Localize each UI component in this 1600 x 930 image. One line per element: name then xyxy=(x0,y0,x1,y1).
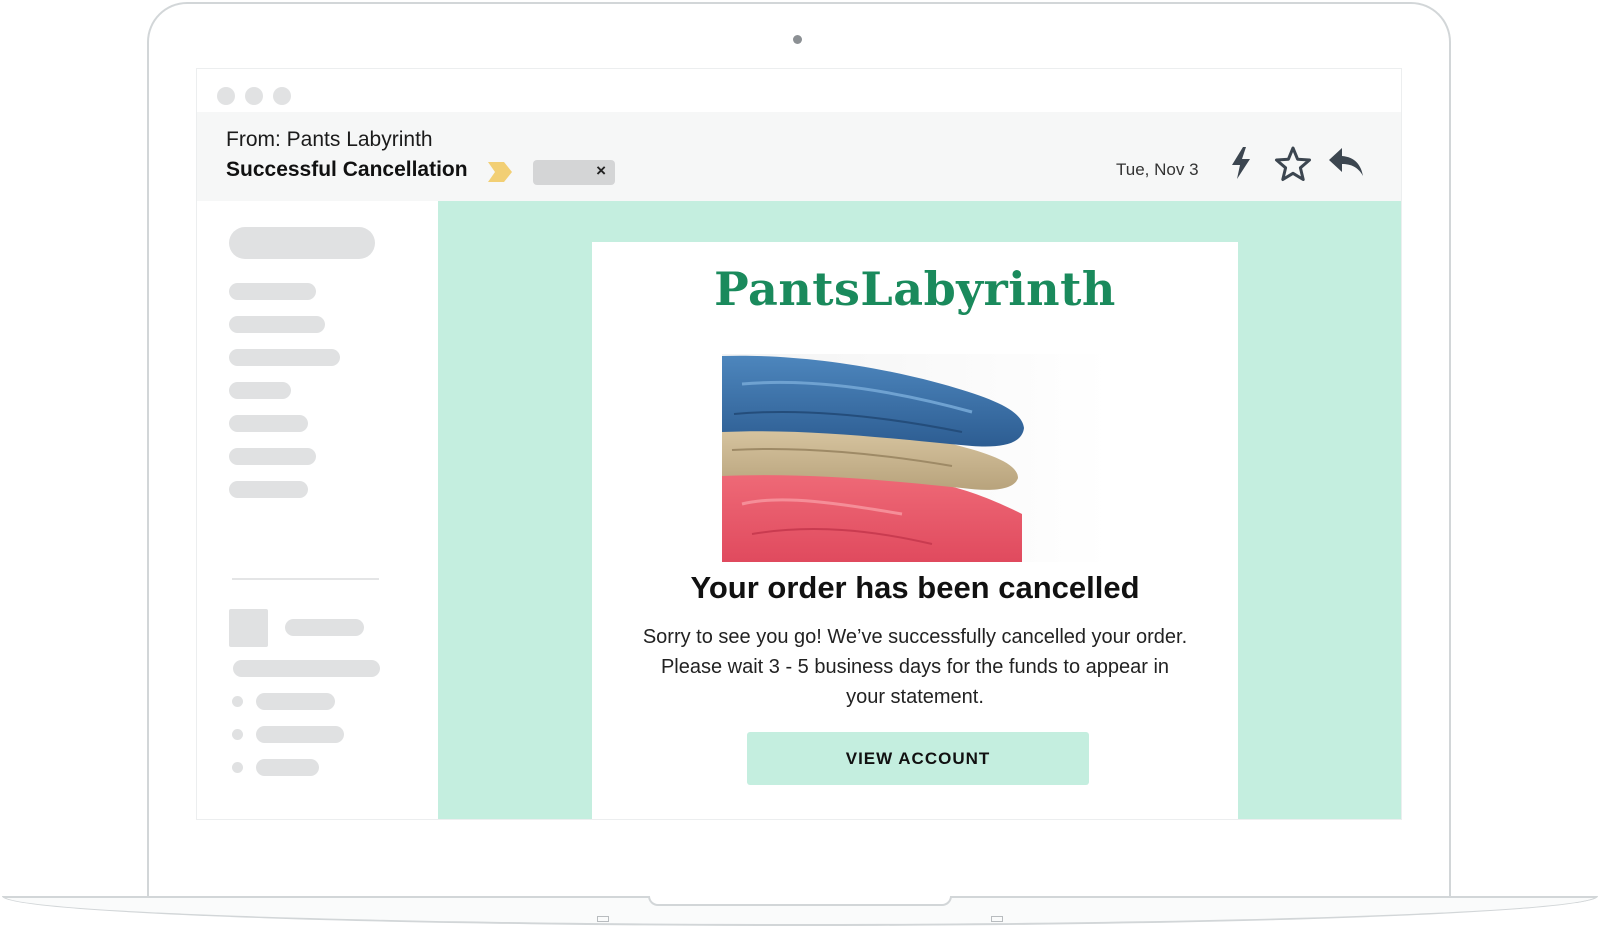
email-body-text: Sorry to see you go! We’ve successfully … xyxy=(642,626,1188,708)
window-dot[interactable] xyxy=(273,87,291,105)
window-dot[interactable] xyxy=(245,87,263,105)
folder-placeholder[interactable] xyxy=(229,481,308,498)
view-account-button[interactable]: VIEW ACCOUNT xyxy=(747,732,1089,785)
email-header: From: Pants Labyrinth Successful Cancell… xyxy=(197,112,1401,201)
port-left xyxy=(597,916,609,922)
label-arrow-icon[interactable] xyxy=(486,160,514,184)
avatar-placeholder xyxy=(229,609,268,647)
list-item-placeholder[interactable] xyxy=(256,759,319,776)
email-body-area: PantsLabyrinth Your order has been cance… xyxy=(438,201,1401,819)
bullet-dot xyxy=(232,729,243,740)
compose-button-placeholder[interactable] xyxy=(229,227,375,259)
reply-icon[interactable] xyxy=(1327,146,1365,178)
star-icon[interactable] xyxy=(1274,146,1312,182)
subject-line: Successful Cancellation xyxy=(226,158,468,181)
port-right xyxy=(991,916,1003,922)
window-dot[interactable] xyxy=(217,87,235,105)
email-headline: Your order has been cancelled xyxy=(690,570,1140,605)
email-date: Tue, Nov 3 xyxy=(1116,160,1199,179)
email-card: PantsLabyrinth Your order has been cance… xyxy=(592,242,1238,819)
folder-placeholder[interactable] xyxy=(229,382,291,399)
lightning-icon[interactable] xyxy=(1229,146,1253,180)
folded-pants-image xyxy=(722,354,1110,562)
hinge-notch xyxy=(648,896,952,906)
text-placeholder xyxy=(285,619,364,636)
sidebar-placeholder xyxy=(197,201,438,819)
brand-logo: PantsLabyrinth xyxy=(714,262,1116,316)
folder-placeholder[interactable] xyxy=(229,283,316,300)
sidebar-divider xyxy=(232,578,379,580)
text-placeholder xyxy=(233,660,380,677)
window-controls xyxy=(217,87,291,105)
list-item-placeholder[interactable] xyxy=(256,693,335,710)
bullet-dot xyxy=(232,762,243,773)
folder-placeholder[interactable] xyxy=(229,448,316,465)
folder-placeholder[interactable] xyxy=(229,316,325,333)
close-icon[interactable]: × xyxy=(596,161,606,181)
camera-dot xyxy=(793,35,802,44)
folder-placeholder[interactable] xyxy=(229,349,340,366)
list-item-placeholder[interactable] xyxy=(256,726,344,743)
tag-chip[interactable]: × xyxy=(533,160,615,185)
email-client-window: From: Pants Labyrinth Successful Cancell… xyxy=(196,68,1402,820)
sender-line: From: Pants Labyrinth xyxy=(226,128,433,151)
bullet-dot xyxy=(232,696,243,707)
folder-placeholder[interactable] xyxy=(229,415,308,432)
